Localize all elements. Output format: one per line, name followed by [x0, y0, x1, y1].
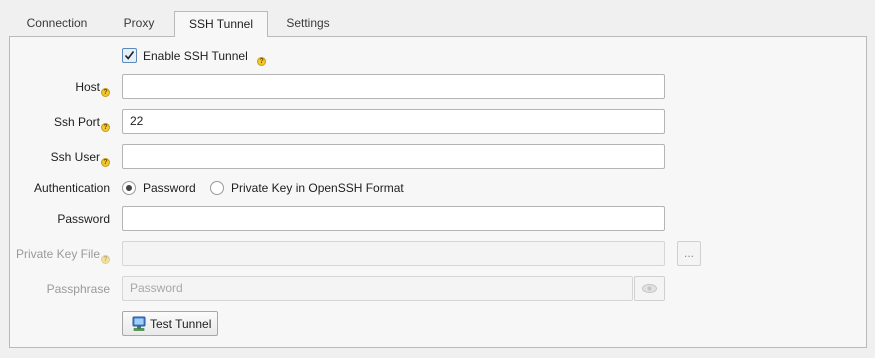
private-key-file-input	[122, 241, 665, 266]
authentication-label-text: Authentication	[33, 181, 110, 195]
help-icon: ?	[101, 255, 110, 264]
auth-private-key-label[interactable]: Private Key in OpenSSH Format	[231, 181, 404, 195]
auth-password-radio[interactable]	[122, 181, 136, 195]
ssh-user-input[interactable]	[122, 144, 665, 169]
private-key-file-label-text: Private Key File	[15, 247, 100, 261]
host-label: Host?	[75, 80, 110, 97]
auth-password-label[interactable]: Password	[143, 181, 196, 195]
enable-ssh-checkbox[interactable]	[122, 48, 137, 63]
enable-ssh-text: Enable SSH Tunnel	[143, 49, 248, 63]
auth-private-key-radio[interactable]	[210, 181, 224, 195]
computer-network-icon	[132, 316, 146, 331]
password-label: Password	[57, 212, 110, 226]
show-passphrase-button	[634, 276, 665, 301]
authentication-label: Authentication	[34, 181, 110, 195]
eye-icon	[642, 284, 657, 293]
ssh-port-input[interactable]: 22	[122, 109, 665, 134]
tab-proxy[interactable]: Proxy	[104, 12, 174, 35]
passphrase-input: Password	[122, 276, 633, 301]
check-icon	[124, 51, 135, 60]
host-input[interactable]	[122, 74, 665, 99]
browse-key-file-button: ...	[677, 241, 701, 266]
enable-ssh-label[interactable]: Enable SSH Tunnel ?	[143, 49, 267, 66]
ssh-port-label: Ssh Port?	[54, 115, 110, 132]
help-icon[interactable]: ?	[257, 57, 267, 66]
ssh-port-label-text: Ssh Port	[53, 115, 100, 129]
tab-settings[interactable]: Settings	[266, 12, 350, 35]
test-tunnel-button[interactable]: Test Tunnel	[122, 311, 218, 336]
host-label-text: Host	[75, 80, 100, 94]
help-icon[interactable]: ?	[101, 123, 110, 132]
test-tunnel-label: Test Tunnel	[150, 317, 212, 331]
radio-selected-dot	[126, 185, 132, 191]
tab-ssh-tunnel[interactable]: SSH Tunnel	[174, 11, 268, 37]
password-input[interactable]	[122, 206, 665, 231]
ssh-user-label: Ssh User?	[51, 150, 110, 167]
private-key-file-label: Private Key File?	[16, 247, 110, 264]
help-icon[interactable]: ?	[101, 158, 110, 167]
passphrase-label-text: Passphrase	[46, 282, 110, 296]
tab-connection[interactable]: Connection	[10, 12, 104, 35]
help-icon[interactable]: ?	[101, 88, 110, 97]
password-label-text: Password	[57, 212, 110, 226]
passphrase-label: Passphrase	[47, 282, 110, 296]
ssh-user-label-text: Ssh User	[50, 150, 100, 164]
